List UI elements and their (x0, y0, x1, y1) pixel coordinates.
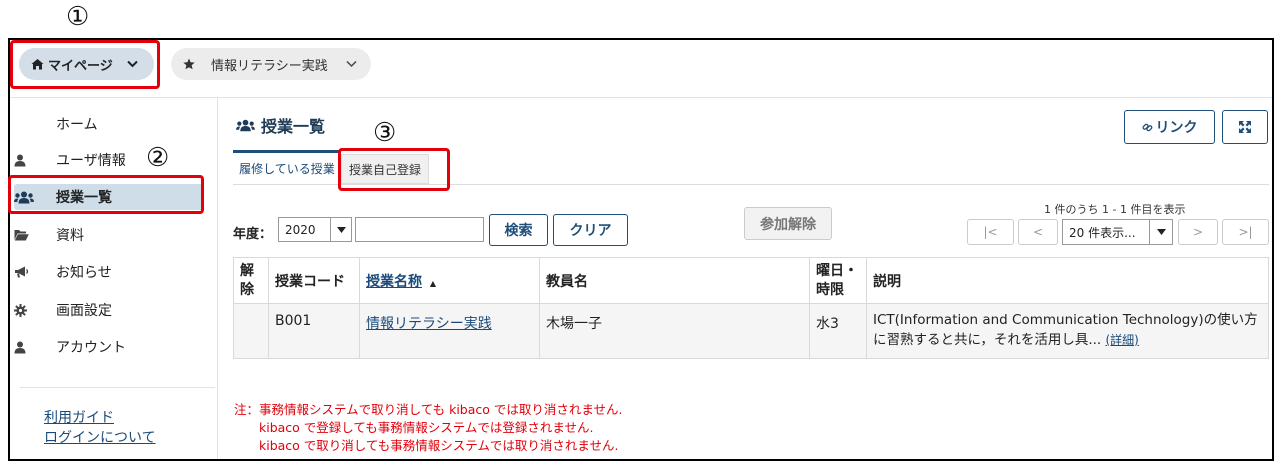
cell-remove[interactable] (233, 303, 269, 359)
sidebar-item-label: お知らせ (56, 265, 112, 281)
course-dropdown[interactable]: 情報リテラシー実践 (171, 48, 371, 80)
sidebar-item-label: 資料 (56, 228, 84, 244)
page-title: 授業一覧 (236, 113, 325, 137)
sidebar-item-label: アカウント (56, 340, 126, 356)
course-label: 情報リテラシー実践 (211, 58, 328, 74)
search-button[interactable]: 検索 (489, 214, 548, 246)
last-page-button[interactable]: >| (1222, 219, 1269, 245)
note-line-3: kibaco で取り消しても事務情報システムでは取り消されません. (259, 438, 619, 453)
per-page-select[interactable]: 20 件表示... (1062, 219, 1173, 245)
annotation-box-2 (8, 175, 204, 214)
fullscreen-button[interactable] (1222, 110, 1268, 144)
folder-open-icon (14, 229, 36, 241)
note-line-1: 注：事務情報システムで取り消しても kibaco では取り消されません. (234, 402, 623, 417)
chevron-down-icon (346, 60, 357, 68)
bullhorn-icon (14, 266, 36, 278)
page-info: 1 件のうち 1 - 1 件目を表示 (1044, 203, 1186, 216)
cell-teacher: 木場一子 (539, 303, 810, 359)
sidebar-item-announcements[interactable]: お知らせ (14, 259, 204, 285)
next-page-button[interactable]: > (1178, 219, 1218, 245)
caret-down-icon (330, 218, 351, 241)
col-header-desc: 説明 (866, 257, 1269, 304)
sidebar-item-materials[interactable]: 資料 (14, 222, 204, 248)
users-icon (236, 119, 255, 132)
clear-button[interactable]: クリア (553, 214, 628, 246)
sidebar-item-display-settings[interactable]: 画面設定 (14, 297, 204, 323)
sidebar-item-user-info[interactable]: ユーザ情報 (14, 147, 204, 173)
note-line-2: kibaco で登録しても事務情報システムでは登録されません. (259, 420, 594, 435)
cell-day: 水3 (809, 303, 867, 359)
annotation-box-3 (338, 148, 450, 191)
gear-icon (14, 303, 36, 317)
tab-enrolled-courses[interactable]: 履修している授業 (233, 150, 341, 184)
cell-code: B001 (268, 303, 360, 359)
cell-name: 情報リテラシー実践 (359, 303, 540, 359)
col-header-day: 曜日・ 時限 (809, 257, 867, 304)
year-label: 年度： (233, 227, 273, 242)
prev-page-button[interactable]: < (1018, 219, 1058, 245)
star-icon (183, 58, 195, 70)
table-row: B001 情報リテラシー実践 木場一子 水3 ICT(Information a… (233, 303, 1269, 359)
courses-table: 解 除 授業コード 授業名称 ▲ 教員名 曜日・ 時限 説明 B001 情報リテ… (233, 257, 1269, 359)
sidebar-item-home[interactable]: ホーム (14, 111, 204, 137)
table-header-row: 解 除 授業コード 授業名称 ▲ 教員名 曜日・ 時限 説明 (233, 257, 1269, 304)
detail-link[interactable]: (詳細) (1106, 333, 1139, 347)
user-icon (14, 341, 36, 354)
search-input[interactable] (355, 217, 484, 242)
login-info-link[interactable]: ログインについて (44, 427, 156, 447)
sidebar-item-label: 画面設定 (56, 303, 112, 319)
col-header-teacher: 教員名 (539, 257, 810, 304)
col-header-remove: 解 除 (233, 257, 269, 304)
remove-participation-button[interactable]: 参加解除 (744, 207, 832, 240)
user-icon (14, 154, 36, 167)
link-icon (1141, 122, 1153, 133)
user-guide-link[interactable]: 利用ガイド (44, 407, 114, 427)
cell-desc: ICT(Information and Communication Techno… (866, 303, 1269, 359)
year-select[interactable]: 2020 (278, 217, 352, 242)
sidebar-divider (20, 387, 215, 388)
first-page-button[interactable]: |< (967, 219, 1014, 245)
annotation-number-1: ① (66, 2, 90, 32)
expand-icon (1238, 120, 1252, 134)
sidebar-item-account[interactable]: アカウント (14, 334, 204, 360)
annotation-box-1 (10, 40, 160, 89)
col-header-code: 授業コード (268, 257, 360, 304)
sort-asc-icon: ▲ (429, 278, 437, 288)
col-header-name[interactable]: 授業名称 ▲ (359, 257, 540, 304)
course-name-link[interactable]: 情報リテラシー実践 (366, 316, 492, 332)
sidebar-item-label: ホーム (56, 117, 98, 133)
caret-down-icon (1149, 220, 1172, 244)
sidebar-item-label: ユーザ情報 (56, 153, 126, 169)
link-button[interactable]: リンク (1124, 110, 1215, 144)
